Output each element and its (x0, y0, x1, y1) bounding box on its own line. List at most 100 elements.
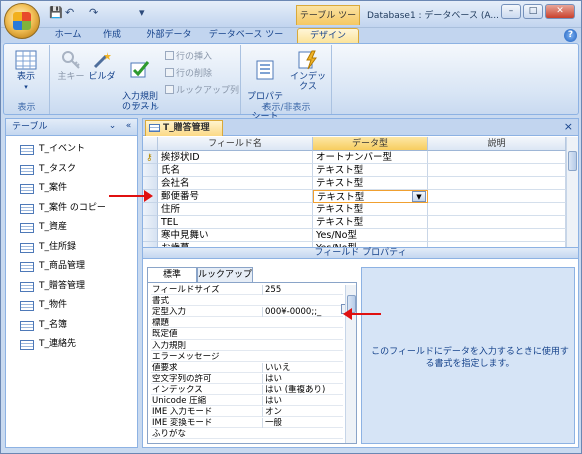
nav-item-table[interactable]: T_名簿 (6, 316, 137, 336)
delete-rows-button[interactable]: 行の削除 (165, 68, 212, 80)
indexes-button[interactable]: インデックス (286, 50, 330, 92)
row-selector[interactable] (143, 229, 158, 242)
field-row[interactable]: TEL テキスト型 (143, 216, 566, 229)
property-row[interactable]: 値要求 いいえ (151, 362, 343, 373)
property-row[interactable]: フィールドサイズ 255 (151, 285, 343, 296)
property-value[interactable]: はい (262, 373, 342, 384)
document-close-icon[interactable]: × (564, 120, 573, 133)
field-name-cell[interactable]: 会社名 (158, 177, 313, 190)
nav-item-table[interactable]: T_物件 (6, 296, 137, 316)
property-row[interactable]: 定型入力 000¥-0000;;_ (151, 307, 343, 318)
row-selector[interactable] (143, 164, 158, 177)
tab-external-data[interactable]: 外部データ (143, 28, 195, 43)
tab-lookup[interactable]: ルックアップ (197, 267, 253, 282)
row-selector[interactable] (143, 177, 158, 190)
tab-database-tools[interactable]: データベース ツール (208, 28, 284, 55)
help-icon[interactable]: ? (564, 29, 577, 42)
data-type-cell[interactable]: テキスト型 (313, 177, 428, 190)
lookup-column-icon (165, 85, 174, 94)
description-cell[interactable] (428, 151, 566, 164)
data-type-dropdown-button[interactable]: ▼ (412, 191, 426, 202)
row-selector[interactable]: ⚷ (143, 151, 158, 164)
property-value[interactable]: オン (262, 407, 342, 418)
save-icon[interactable]: 💾 (49, 6, 63, 22)
property-value[interactable]: いいえ (262, 362, 342, 373)
tab-home[interactable]: ホーム (53, 28, 83, 43)
nav-item-table[interactable]: T_贈答管理 (6, 277, 137, 297)
tab-general[interactable]: 標準 (147, 267, 197, 283)
insert-rows-button[interactable]: 行の挿入 (165, 51, 212, 63)
description-cell[interactable] (428, 164, 566, 177)
field-row[interactable]: 会社名 テキスト型 (143, 177, 566, 190)
property-row[interactable]: 既定値 (151, 329, 343, 340)
field-name-cell[interactable]: 挨拶状ID (158, 151, 313, 164)
property-row[interactable]: Unicode 圧縮 はい (151, 396, 343, 407)
nav-pane-header[interactable]: テーブル ⌄ « (6, 119, 137, 136)
qat-customize-icon[interactable]: ▾ (139, 6, 145, 22)
nav-item-table[interactable]: T_案件 のコピー (6, 199, 137, 219)
field-name-cell[interactable]: 寒中見舞い (158, 229, 313, 242)
shutter-bar-close-icon[interactable]: « (122, 120, 135, 133)
property-row[interactable]: 標題 (151, 318, 343, 329)
property-row[interactable]: エラーメッセージ (151, 352, 343, 362)
field-name-cell[interactable]: 住所 (158, 203, 313, 216)
nav-item-table[interactable]: T_イベント (6, 140, 137, 160)
property-row[interactable]: インデックス はい (重複あり) (151, 384, 343, 396)
nav-item-table[interactable]: T_商品管理 (6, 257, 137, 277)
field-row[interactable]: 住所 テキスト型 (143, 203, 566, 216)
description-cell[interactable] (428, 190, 566, 203)
data-type-cell[interactable]: テキスト型 ▼ (313, 190, 428, 203)
property-row[interactable]: 書式 (151, 296, 343, 307)
property-value[interactable]: 一般 (262, 418, 342, 429)
primary-key-button[interactable]: 主キー (55, 50, 87, 82)
property-value[interactable]: はい (重複あり) (262, 384, 342, 395)
nav-item-label: T_商品管理 (39, 261, 85, 271)
tab-design[interactable]: デザイン (297, 28, 359, 43)
data-type-cell[interactable]: テキスト型 (313, 164, 428, 177)
tab-create[interactable]: 作成 (97, 28, 127, 43)
data-type-cell[interactable]: オートナンバー型 (313, 151, 428, 164)
view-button[interactable]: 表示 ▾ (8, 50, 44, 92)
property-sheet-icon (256, 60, 274, 80)
field-name-cell[interactable]: 郵便番号 (158, 190, 313, 203)
row-selector[interactable] (143, 203, 158, 216)
nav-item-table[interactable]: T_連絡先 (6, 335, 137, 355)
field-row[interactable]: 寒中見舞い Yes/No型 (143, 229, 566, 242)
data-type-cell[interactable]: テキスト型 (313, 203, 428, 216)
property-value[interactable]: 255 (262, 285, 342, 295)
property-value[interactable]: 000¥-0000;;_ (262, 307, 342, 318)
data-type-cell[interactable]: Yes/No型 (313, 229, 428, 242)
nav-item-table[interactable]: T_タスク (6, 160, 137, 180)
office-button[interactable] (4, 3, 40, 39)
builder-button[interactable]: ビルダ (87, 50, 117, 82)
redo-icon[interactable]: ↷ (89, 6, 98, 22)
undo-icon[interactable]: ↶ (65, 6, 74, 22)
lookup-column-button[interactable]: ルックアップ列 (165, 85, 239, 97)
row-selector[interactable] (143, 216, 158, 229)
field-row[interactable]: 郵便番号 テキスト型 ▼ (143, 190, 566, 203)
property-row[interactable]: 入力規則 (151, 341, 343, 351)
data-type-cell[interactable]: テキスト型 (313, 216, 428, 229)
field-name-cell[interactable]: 氏名 (158, 164, 313, 177)
close-button[interactable]: ✕ (545, 4, 575, 19)
minimize-button[interactable]: – (501, 4, 521, 19)
property-value[interactable]: はい (262, 396, 342, 406)
nav-item-table[interactable]: T_資産 (6, 218, 137, 238)
field-row[interactable]: 氏名 テキスト型 (143, 164, 566, 177)
grid-scrollbar[interactable] (566, 137, 578, 247)
property-row[interactable]: 空文字列の許可 はい (151, 373, 343, 384)
description-cell[interactable] (428, 203, 566, 216)
property-row[interactable]: ふりがな (151, 429, 343, 440)
description-cell[interactable] (428, 177, 566, 190)
description-cell[interactable] (428, 229, 566, 242)
maximize-button[interactable]: □ (523, 4, 543, 19)
description-cell[interactable] (428, 216, 566, 229)
document-tab[interactable]: T_贈答管理 (145, 120, 223, 136)
property-row[interactable]: IME 変換モード 一般 (151, 418, 343, 429)
nav-menu-chevron-icon[interactable]: ⌄ (106, 120, 119, 133)
property-row[interactable]: IME 入力モード オン (151, 407, 343, 418)
field-name-cell[interactable]: TEL (158, 216, 313, 229)
field-row[interactable]: ⚷ 挨拶状ID オートナンバー型 (143, 151, 566, 164)
grid-scroll-thumb[interactable] (568, 151, 577, 171)
nav-item-table[interactable]: T_住所録 (6, 238, 137, 258)
